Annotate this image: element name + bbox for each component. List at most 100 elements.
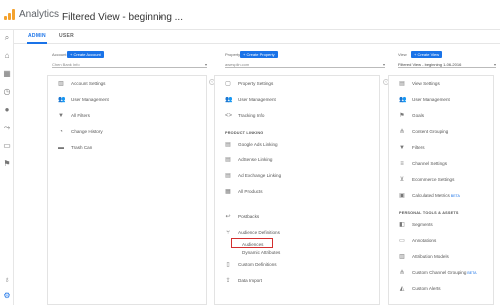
channel-icon: ≡ bbox=[400, 161, 404, 167]
view-selector[interactable]: Filtered View - beginning ... bbox=[62, 12, 183, 23]
property-settings-item[interactable]: ▢ Property Settings bbox=[225, 81, 273, 87]
audience-definitions-item[interactable]: ⑂ Audience Definitions bbox=[225, 230, 280, 236]
custom-definitions-item[interactable]: ▯ Custom Definitions bbox=[225, 262, 276, 268]
audience-person-icon[interactable]: ● bbox=[3, 106, 11, 114]
data-import-item[interactable]: ⇪ Data Import bbox=[225, 278, 262, 284]
trash-icon: ▬ bbox=[58, 145, 64, 151]
top-bar: Analytics Filtered View - beginning ... … bbox=[0, 0, 500, 30]
segments-icon: ◧ bbox=[399, 222, 405, 228]
create-view-button[interactable]: + Create View bbox=[411, 51, 443, 58]
content-grouping-item[interactable]: ⋔ Content Grouping bbox=[399, 129, 448, 135]
create-property-button[interactable]: + Create Property bbox=[240, 51, 278, 58]
audiences-highlight-box bbox=[231, 238, 273, 248]
product-linking-label: PRODUCT LINKING bbox=[225, 131, 264, 135]
customization-icon[interactable]: ▦ bbox=[3, 70, 11, 78]
account-select[interactable]: Chen Bank Info ▾ bbox=[52, 61, 207, 68]
property-user-management-item[interactable]: 👥 User Management bbox=[225, 97, 276, 103]
flag-icon: ⚑ bbox=[399, 113, 405, 119]
tracking-info-item[interactable]: <> Tracking Info bbox=[225, 113, 264, 119]
custom-alerts-item[interactable]: ◭ Custom Alerts bbox=[399, 286, 441, 292]
filter-icon: ▼ bbox=[399, 145, 405, 151]
import-icon: ⇪ bbox=[225, 278, 231, 284]
grid-icon: ▦ bbox=[225, 189, 231, 195]
view-column: View + Create View Filtered View - begin… bbox=[388, 48, 496, 305]
account-panel: ▥ Account Settings 👥 User Management ▼ A… bbox=[47, 75, 207, 305]
property-select[interactable]: awesplin.com ▾ bbox=[225, 61, 385, 68]
channel-settings-item[interactable]: ≡ Channel Settings bbox=[399, 161, 447, 167]
trash-can-item[interactable]: ▬ Trash Can bbox=[58, 145, 92, 151]
property-square-icon: ▢ bbox=[225, 81, 231, 87]
conversions-flag-icon[interactable]: ⚑ bbox=[3, 160, 11, 168]
search-icon[interactable]: ⌕ bbox=[3, 34, 11, 42]
behavior-icon[interactable]: ▭ bbox=[3, 142, 11, 150]
dd-icon: ▯ bbox=[226, 262, 230, 268]
change-history-item[interactable]: ◔ Change History bbox=[58, 129, 102, 135]
personal-tools-label: PERSONAL TOOLS & ASSETS bbox=[399, 211, 459, 215]
filter-icon: ▼ bbox=[58, 113, 64, 119]
custom-channel-grouping-item[interactable]: ⋔ Custom Channel Grouping BETA bbox=[399, 270, 477, 276]
code-icon: <> bbox=[225, 113, 233, 119]
account-settings-item[interactable]: ▥ Account Settings bbox=[58, 81, 105, 87]
annotations-item[interactable]: ▭ Annotations bbox=[399, 238, 436, 244]
calculator-icon: ▣ bbox=[399, 193, 405, 199]
document-icon: ▤ bbox=[399, 81, 405, 87]
users-icon: 👥 bbox=[225, 97, 233, 103]
annotation-icon: ▭ bbox=[399, 238, 405, 244]
segments-item[interactable]: ◧ Segments bbox=[399, 222, 433, 228]
property-heading: Property bbox=[225, 52, 241, 57]
cart-icon: ⊻ bbox=[399, 177, 405, 183]
dynamic-attributes-item[interactable]: Dynamic Attributes bbox=[242, 250, 280, 255]
home-icon[interactable]: ⌂ bbox=[3, 52, 11, 60]
app-name: Analytics bbox=[19, 9, 60, 20]
account-select-value: Chen Bank Info bbox=[52, 62, 80, 67]
postbacks-item[interactable]: ↩ Postbacks bbox=[225, 214, 259, 220]
view-select[interactable]: Filtered View - beginning 1-06-2016 ▾ bbox=[398, 61, 496, 68]
tab-user[interactable]: USER bbox=[59, 33, 74, 39]
split-arrow-icon: ⑂ bbox=[226, 230, 230, 236]
grouping-icon: ⋔ bbox=[399, 270, 405, 276]
chevron-down-icon[interactable]: ▾ bbox=[159, 13, 163, 21]
postback-arrow-icon: ↩ bbox=[225, 214, 231, 220]
account-heading: Account bbox=[52, 52, 67, 57]
users-icon: 👥 bbox=[58, 97, 66, 103]
view-select-value: Filtered View - beginning 1-06-2016 bbox=[398, 62, 462, 67]
google-ads-linking-item[interactable]: ▤ Google Ads Linking bbox=[225, 142, 277, 148]
create-account-button[interactable]: + Create Account bbox=[67, 51, 104, 58]
goals-item[interactable]: ⚑ Goals bbox=[399, 113, 424, 119]
adsense-linking-item[interactable]: ▤ AdSense Linking bbox=[225, 157, 272, 163]
admin-tabs: ADMIN USER bbox=[14, 30, 500, 44]
admin-gear-icon[interactable]: ⚙ bbox=[3, 292, 11, 300]
realtime-clock-icon[interactable]: ◷ bbox=[3, 88, 11, 96]
tab-admin[interactable]: ADMIN bbox=[28, 33, 46, 39]
analytics-logo-icon[interactable] bbox=[4, 9, 15, 20]
link-doc-icon: ▤ bbox=[225, 173, 231, 179]
chevron-down-icon: ▾ bbox=[382, 62, 385, 67]
megaphone-icon: ◭ bbox=[399, 286, 405, 292]
beta-badge: BETA bbox=[467, 271, 477, 275]
left-nav-rail: ⌕ ⌂ ▦ ◷ ● ⤳ ▭ ⚑ ♁ ⚙ bbox=[0, 30, 14, 305]
view-heading: View bbox=[398, 52, 407, 57]
chart-icon: ▥ bbox=[399, 254, 405, 260]
view-user-management-item[interactable]: 👥 User Management bbox=[399, 97, 450, 103]
history-icon: ◔ bbox=[59, 129, 63, 135]
chevron-down-icon: ▾ bbox=[493, 62, 496, 67]
acquisition-icon[interactable]: ⤳ bbox=[3, 124, 11, 132]
link-doc-icon: ▤ bbox=[225, 157, 231, 163]
view-settings-item[interactable]: ▤ View Settings bbox=[399, 81, 440, 87]
calculated-metrics-item[interactable]: ▣ Calculated Metrics BETA bbox=[399, 193, 460, 199]
link-doc-icon: ▤ bbox=[225, 142, 231, 148]
attribution-models-item[interactable]: ▥ Attribution Models bbox=[399, 254, 449, 260]
filters-item[interactable]: ▼ Filters bbox=[399, 145, 425, 151]
all-products-item[interactable]: ▦ All Products bbox=[225, 189, 262, 195]
account-column: Account + Create Account Chen Bank Info … bbox=[47, 48, 207, 305]
property-select-value: awesplin.com bbox=[225, 62, 250, 67]
active-tab-indicator bbox=[27, 42, 47, 44]
all-filters-item[interactable]: ▼ All Filters bbox=[58, 113, 90, 119]
view-panel: ▤ View Settings 👥 User Management ⚑ Goal… bbox=[388, 75, 494, 305]
discover-bulb-icon[interactable]: ♁ bbox=[3, 276, 11, 284]
ecommerce-settings-item[interactable]: ⊻ Ecommerce Settings bbox=[399, 177, 455, 183]
ad-exchange-linking-item[interactable]: ▤ Ad Exchange Linking bbox=[225, 173, 281, 179]
property-panel: ▢ Property Settings 👥 User Management <>… bbox=[214, 75, 380, 305]
building-icon: ▥ bbox=[58, 81, 64, 87]
account-user-management-item[interactable]: 👥 User Management bbox=[58, 97, 109, 103]
